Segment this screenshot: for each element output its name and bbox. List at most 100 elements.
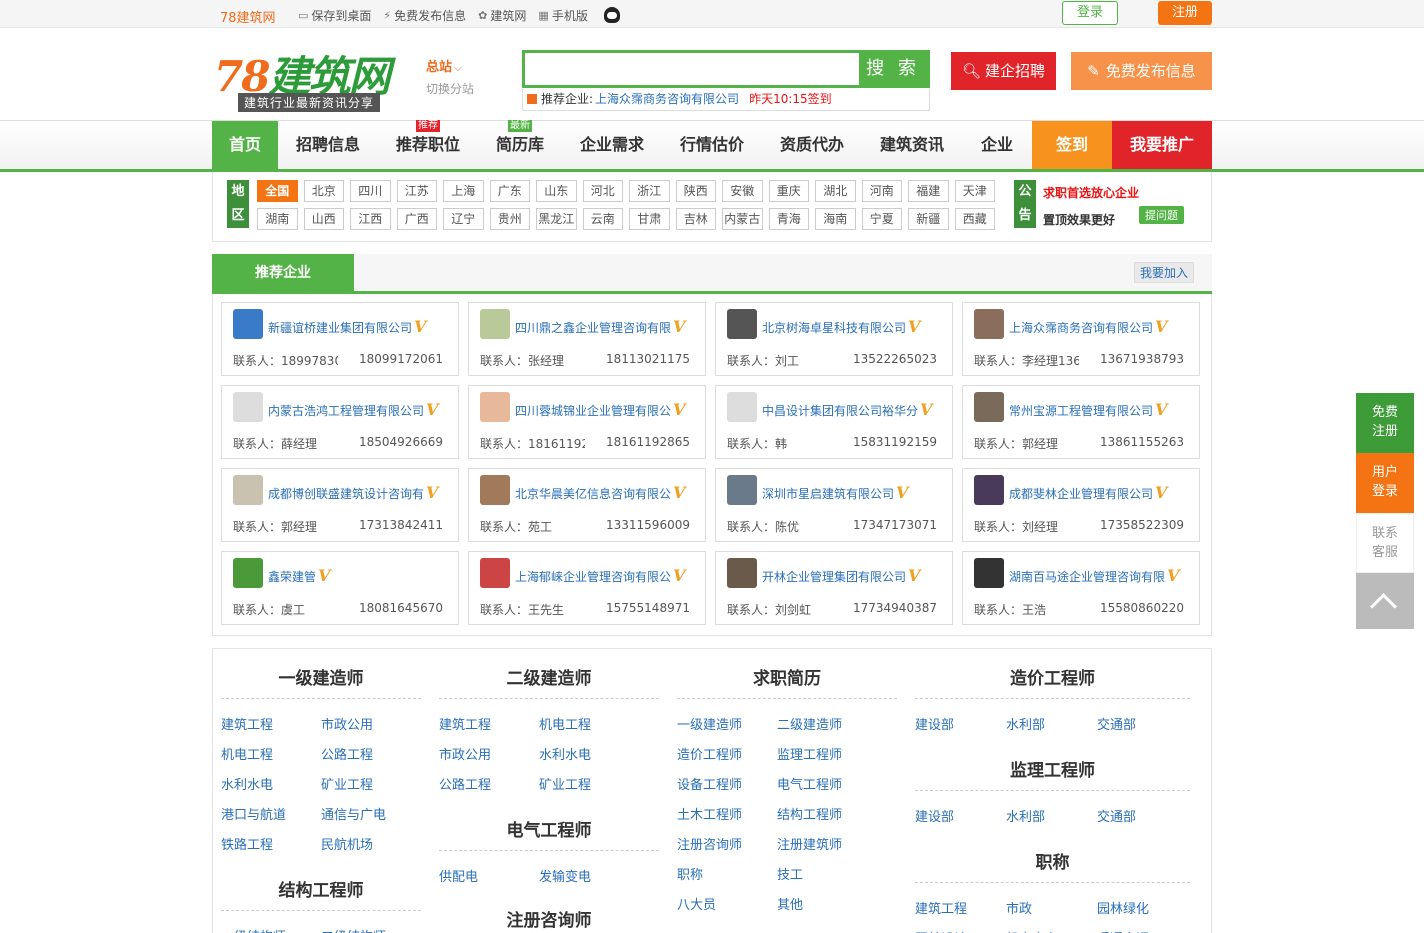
company-name[interactable]: 四川鼎之鑫企业管理咨询有限 V [515,317,700,336]
category-link[interactable]: 通信与广电 [321,801,421,831]
company-name[interactable]: 开林企业管理集团有限公司 V [762,566,947,585]
area-option[interactable]: 福建 [908,180,949,202]
company-avatar[interactable] [480,309,510,339]
category-link[interactable]: 发输变电 [539,863,639,893]
category-title[interactable]: 一级建造师 [221,649,421,699]
company-card[interactable]: 内蒙古浩鸿工程管理有限公司 V 联系人：薛经理 18504926669 [221,385,459,459]
category-link[interactable]: 机电工程 [221,741,321,771]
area-option[interactable]: 重庆 [768,180,809,202]
back-to-top-icon[interactable] [1356,573,1414,629]
area-option[interactable]: 青海 [768,208,809,230]
company-name[interactable]: 常州宝源工程管理有限公司 V [1009,400,1194,419]
area-option[interactable]: 河南 [861,180,902,202]
category-link[interactable]: 矿业工程 [539,771,639,801]
mobile-link[interactable]: ▦ 手机版 [538,7,587,24]
area-option[interactable]: 西藏 [954,208,995,230]
company-name[interactable]: 上海众霈商务咨询有限公司 V [1009,317,1194,336]
company-card[interactable]: 常州宝源工程管理有限公司 V 联系人：郭经理 13861155263 [962,385,1200,459]
area-option[interactable]: 湖南 [257,208,298,230]
area-option[interactable]: 新疆 [908,208,949,230]
category-link[interactable]: 市政公用 [321,711,421,741]
site-logo[interactable]: 78建筑网 建筑行业最新资讯分享 [212,43,402,121]
area-option[interactable]: 天津 [954,180,995,202]
category-link[interactable]: 水利部 [1006,711,1097,741]
company-avatar[interactable] [727,558,757,588]
category-link[interactable]: 机电工程 [539,711,639,741]
area-option[interactable]: 广东 [489,180,530,202]
category-title[interactable]: 二级建造师 [439,649,659,699]
qq-icon[interactable] [603,7,620,23]
category-title[interactable]: 求职简历 [677,649,897,699]
category-link[interactable]: 公路工程 [321,741,421,771]
category-link[interactable]: 土木工程师 [677,801,777,831]
category-link[interactable]: 铁路工程 [221,831,321,861]
category-link[interactable]: 交通部 [1097,803,1188,833]
nav-item[interactable]: 企业需求 [562,121,662,169]
category-link[interactable]: 二级结构师 [321,923,421,933]
area-option[interactable]: 安徽 [722,180,763,202]
area-option[interactable]: 吉林 [675,208,716,230]
company-card[interactable]: 四川鼎之鑫企业管理咨询有限 V 联系人：张经理 18113021175 [468,302,706,376]
area-option[interactable]: 湖北 [815,180,856,202]
company-avatar[interactable] [233,309,263,339]
nav-item[interactable]: 简历库 最新 [478,120,562,169]
area-option[interactable]: 宁夏 [861,208,902,230]
company-name[interactable]: 成都斐林企业管理有限公司 V [1009,483,1194,502]
company-avatar[interactable] [233,475,263,505]
free-publish-link[interactable]: ⚡ 免费发布信息 [383,7,466,24]
search-button[interactable]: 搜 索 [859,53,927,85]
nav-item[interactable]: 我要推广 [1112,121,1212,169]
category-link[interactable]: 园林设计 [915,925,1006,933]
category-link[interactable]: 结构工程师 [777,801,877,831]
company-card[interactable]: 开林企业管理集团有限公司 V 联系人：刘剑虹 17734940387 [715,551,953,625]
company-name[interactable]: 内蒙古浩鸿工程管理有限公司 V [268,400,453,419]
category-link[interactable]: 其他 [777,891,877,921]
company-avatar[interactable] [480,558,510,588]
company-card[interactable]: 湖南百马途企业管理咨询有限 V 联系人：王浩 15580860220 [962,551,1200,625]
area-option[interactable]: 辽宁 [443,208,484,230]
area-option[interactable]: 黑龙江 [536,208,577,230]
category-link[interactable]: 建筑工程 [915,895,1006,925]
area-option[interactable]: 甘肃 [629,208,670,230]
company-card[interactable]: 中昌设计集团有限公司裕华分 V 联系人：韩 15831192159 [715,385,953,459]
company-card[interactable]: 北京树海卓星科技有限公司 V 联系人：刘工 13522265023 [715,302,953,376]
area-option[interactable]: 海南 [815,208,856,230]
company-name[interactable]: 深圳市星启建筑有限公司 V [762,483,947,502]
category-link[interactable]: 一级结构师 [221,923,321,933]
category-link[interactable]: 供配电 [439,863,539,893]
notice-item[interactable]: 求职首选放心企业 [1043,184,1139,201]
nav-item[interactable]: 行情估价 [662,121,762,169]
category-link[interactable]: 水利水电 [221,771,321,801]
category-link[interactable]: 注册咨询师 [677,831,777,861]
side-button[interactable]: 用户登录 [1356,453,1414,513]
category-link[interactable]: 职称 [677,861,777,891]
area-option[interactable]: 四川 [350,180,391,202]
search-input[interactable] [525,53,855,85]
building-net-link[interactable]: ✿ 建筑网 [478,7,526,24]
nav-item[interactable]: 建筑资讯 [862,121,962,169]
category-link[interactable]: 八大员 [677,891,777,921]
area-option[interactable]: 全国 [257,180,298,202]
company-name[interactable]: 湖南百马途企业管理咨询有限 V [1009,566,1194,585]
nav-item[interactable]: 招聘信息 [278,121,378,169]
area-option[interactable]: 浙江 [629,180,670,202]
category-title[interactable]: 电气工程师 [439,801,659,851]
site-link[interactable]: 78建筑网 [220,7,276,26]
category-link[interactable]: 二级建造师 [777,711,877,741]
area-option[interactable]: 广西 [396,208,437,230]
category-link[interactable]: 建设部 [915,803,1006,833]
company-avatar[interactable] [233,392,263,422]
recommend-company-link[interactable]: 上海众霈商务咨询有限公司 [595,92,739,106]
company-avatar[interactable] [974,558,1004,588]
category-link[interactable]: 市政公用 [439,741,539,771]
save-desktop-link[interactable]: ▭ 保存到桌面 [298,7,371,24]
category-link[interactable]: 市政 [1006,895,1097,925]
company-avatar[interactable] [974,309,1004,339]
register-button[interactable]: 注册 [1158,1,1212,25]
category-title[interactable]: 职称 [915,833,1190,883]
company-name[interactable]: 上海郁崃企业管理咨询有限公 V [515,566,700,585]
switch-station-link[interactable]: 切换分站 [426,80,474,97]
category-link[interactable]: 建筑工程 [439,711,539,741]
company-name[interactable]: 四川蓉城锦业企业管理有限公 V [515,400,700,419]
company-card[interactable]: 上海郁崃企业管理咨询有限公 V 联系人：王先生 15755148971 [468,551,706,625]
